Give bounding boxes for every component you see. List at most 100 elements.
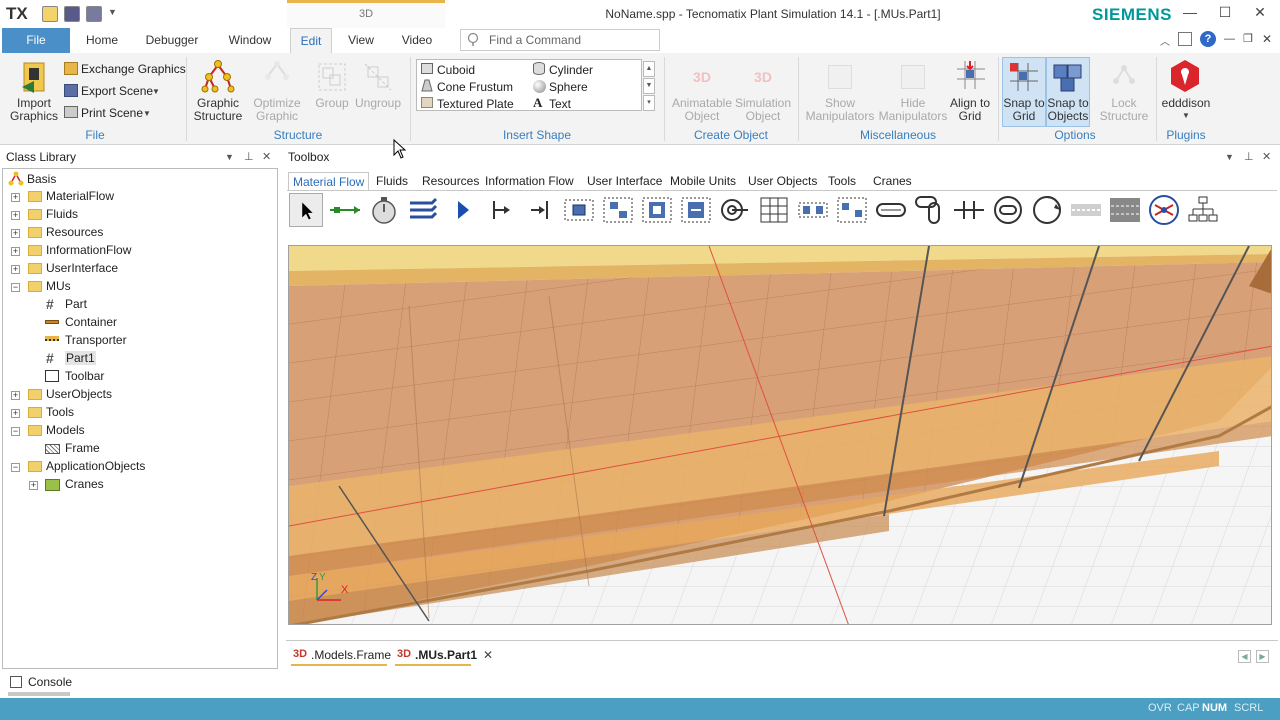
align-to-grid-button[interactable]: Align to Grid	[948, 97, 992, 123]
expand-icon[interactable]: +	[11, 229, 20, 238]
two-lane-track-icon[interactable]	[1108, 193, 1142, 227]
quick-access-dropdown-icon[interactable]: ▼	[108, 7, 117, 17]
toolbox-tab-user-interface[interactable]: User Interface	[587, 172, 662, 190]
tab-view[interactable]: View	[342, 28, 380, 53]
collapse-icon[interactable]: −	[11, 427, 20, 436]
expand-icon[interactable]: +	[11, 211, 20, 220]
textured-plate-button[interactable]: Textured Plate	[437, 97, 514, 111]
context-tab-3d[interactable]: 3D	[287, 0, 445, 28]
toolbox-tab-tools[interactable]: Tools	[828, 172, 856, 190]
open-file-icon[interactable]	[42, 6, 58, 22]
cone-frustum-button[interactable]: Cone Frustum	[437, 80, 513, 94]
group-button[interactable]: Group	[310, 97, 354, 110]
maximize-button[interactable]: ☐	[1213, 4, 1237, 24]
tree-item-models[interactable]: Models	[46, 423, 85, 437]
console-tab[interactable]: Console	[28, 675, 72, 689]
toolbox-tab-material-flow[interactable]: Material Flow	[288, 172, 370, 190]
close-button[interactable]: ✕	[1248, 4, 1272, 24]
print-scene-dropdown-icon[interactable]: ▼	[143, 109, 151, 118]
pointer-tool-icon[interactable]	[289, 193, 323, 227]
gallery-scroll-down-icon[interactable]: ▼	[643, 78, 655, 94]
expand-icon[interactable]: +	[11, 409, 20, 418]
exporter-icon[interactable]	[1186, 193, 1220, 227]
cylinder-button[interactable]: Cylinder	[549, 63, 593, 77]
doc-minimize-icon[interactable]: —	[1224, 33, 1235, 45]
tab-file[interactable]: File	[2, 28, 70, 53]
tab-edit[interactable]: Edit	[290, 28, 332, 53]
tree-item-frame[interactable]: Frame	[65, 441, 100, 455]
toolbox-menu-icon[interactable]: ▼	[1225, 152, 1234, 162]
turntable-icon[interactable]	[952, 193, 986, 227]
edddison-dropdown-icon[interactable]: ▼	[1182, 111, 1190, 120]
tree-item-container[interactable]: Container	[65, 315, 117, 329]
source-icon[interactable]	[484, 193, 518, 227]
save-as-icon[interactable]	[86, 6, 102, 22]
3d-viewport[interactable]: Z Y X	[288, 245, 1272, 625]
sphere-button[interactable]: Sphere	[549, 80, 588, 94]
tree-item-resources[interactable]: Resources	[46, 225, 103, 239]
tab-debugger[interactable]: Debugger	[140, 28, 204, 53]
animatable-object-button[interactable]: Animatable Object	[670, 97, 734, 123]
tree-item-userobjects[interactable]: UserObjects	[46, 387, 112, 401]
angular-converter-icon[interactable]	[913, 193, 947, 227]
toolbox-tab-cranes[interactable]: Cranes	[873, 172, 912, 190]
panel-close-icon[interactable]: ✕	[262, 150, 271, 163]
doc-tab-models-frame[interactable]: 3D .Models.Frame	[291, 648, 391, 666]
tab-window[interactable]: Window	[222, 28, 278, 53]
tree-item-part1[interactable]: Part1	[65, 351, 96, 365]
tree-item-part[interactable]: Part	[65, 297, 87, 311]
export-scene-dropdown-icon[interactable]: ▼	[152, 87, 160, 96]
toolbox-tab-information-flow[interactable]: Information Flow	[485, 172, 574, 190]
tree-item-tools[interactable]: Tools	[46, 405, 74, 419]
parallel-proc-icon[interactable]	[601, 193, 635, 227]
tree-item-userinterface[interactable]: UserInterface	[46, 261, 118, 275]
toolbox-tab-fluids[interactable]: Fluids	[376, 172, 408, 190]
help-icon[interactable]: ?	[1200, 31, 1216, 47]
collapse-icon[interactable]: −	[11, 283, 20, 292]
buffer-icon[interactable]	[796, 193, 830, 227]
expand-icon[interactable]: +	[11, 193, 20, 202]
interface-entry-icon[interactable]	[445, 193, 479, 227]
tab-home[interactable]: Home	[78, 28, 126, 53]
find-command-input[interactable]: Find a Command	[460, 29, 660, 51]
expand-icon[interactable]: +	[11, 391, 20, 400]
lock-structure-button[interactable]: Lock Structure	[1098, 97, 1150, 123]
tree-item-applicationobjects[interactable]: ApplicationObjects	[46, 459, 145, 473]
doc-restore-icon[interactable]: ❐	[1243, 32, 1253, 45]
gallery-scroll-up-icon[interactable]: ▲	[643, 61, 655, 77]
import-graphics-button[interactable]: Import Graphics	[8, 97, 60, 123]
dismantle-station-icon[interactable]	[679, 193, 713, 227]
minimize-button[interactable]: —	[1178, 4, 1202, 24]
tab-scroll-right-icon[interactable]: ▶	[1256, 650, 1269, 663]
collapse-ribbon-icon[interactable]: ︿	[1160, 33, 1170, 48]
tab-video[interactable]: Video	[396, 28, 438, 53]
doc-tab-mus-part1[interactable]: 3D .MUs.Part1	[395, 648, 477, 666]
sorter-icon[interactable]	[835, 193, 869, 227]
store-icon[interactable]	[757, 193, 791, 227]
gallery-expand-icon[interactable]: ▾	[643, 95, 655, 111]
tree-item-fluids[interactable]: Fluids	[46, 207, 78, 221]
toolbox-tab-mobile-units[interactable]: Mobile Units	[670, 172, 736, 190]
ungroup-button[interactable]: Ungroup	[352, 97, 404, 110]
doc-tab-close-icon[interactable]: ✕	[483, 648, 493, 662]
tab-scroll-left-icon[interactable]: ◀	[1238, 650, 1251, 663]
expand-icon[interactable]: +	[11, 265, 20, 274]
print-scene-button[interactable]: Print Scene	[81, 106, 143, 120]
round-table-icon[interactable]	[1030, 193, 1064, 227]
line-icon[interactable]	[874, 193, 908, 227]
tree-item-informationflow[interactable]: InformationFlow	[46, 243, 131, 257]
doc-close-icon[interactable]: ✕	[1262, 32, 1272, 46]
graphic-structure-button[interactable]: Graphic Structure	[192, 97, 244, 123]
cuboid-button[interactable]: Cuboid	[437, 63, 475, 77]
exchange-graphics-button[interactable]: Exchange Graphics	[81, 62, 186, 76]
tree-item-cranes[interactable]: Cranes	[65, 477, 104, 491]
frame-tool-icon[interactable]	[406, 193, 440, 227]
shift-calendar-icon[interactable]	[718, 193, 752, 227]
text-shape-button[interactable]: Text	[549, 97, 571, 111]
simulation-object-button[interactable]: Simulation Object	[734, 97, 792, 123]
export-scene-button[interactable]: Export Scene	[81, 84, 153, 98]
flow-control-icon[interactable]	[1147, 193, 1181, 227]
hide-manipulators-button[interactable]: Hide Manipulators	[877, 97, 949, 123]
optimize-graphic-button[interactable]: Optimize Graphic	[252, 97, 302, 123]
show-manipulators-button[interactable]: Show Manipulators	[804, 97, 876, 123]
